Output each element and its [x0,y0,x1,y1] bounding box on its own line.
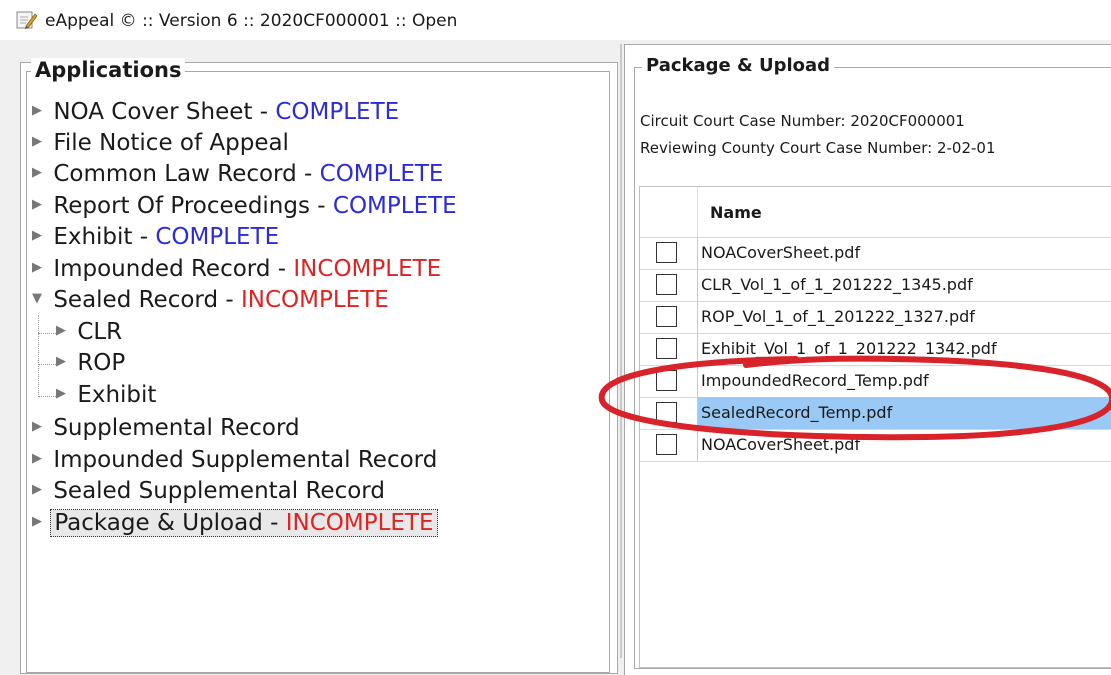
status-badge: INCOMPLETE [241,287,389,313]
expand-arrow-icon[interactable]: ▶ [32,412,46,442]
file-name: SealedRecord_Temp.pdf [697,397,1111,429]
tree-item-file-notice-of-appeal[interactable]: ▶ File Notice of Appeal [32,128,289,159]
expand-arrow-icon[interactable]: ▶ [32,253,46,283]
tree-item-label: Exhibit [53,224,133,250]
row-checkbox[interactable] [656,242,677,263]
expand-arrow-icon[interactable]: ▶ [56,316,70,346]
expand-arrow-icon[interactable]: ▶ [32,158,46,188]
status-badge: INCOMPLETE [293,256,442,282]
expand-arrow-icon[interactable]: ▶ [56,379,70,409]
tree-item-report-of-proceedings[interactable]: ▶ Report Of Proceedings - COMPLETE [32,191,457,222]
row-checkbox[interactable] [656,370,677,391]
tree-connector [38,396,56,397]
table-row[interactable]: NOACoverSheet.pdf [640,429,1111,462]
table-row[interactable]: Exhibit_Vol_1_of_1_201222_1342.pdf [640,333,1111,366]
file-name: ImpoundedRecord_Temp.pdf [697,365,1111,397]
column-divider[interactable] [697,187,698,237]
file-name: CLR_Vol_1_of_1_201222_1345.pdf [697,269,1111,301]
row-checkbox[interactable] [656,274,677,295]
selected-item-box: Package & Upload - INCOMPLETE [50,509,438,537]
document-pen-icon [16,11,37,29]
tree-connector [38,333,56,334]
file-name: Exhibit_Vol_1_of_1_201222_1342.pdf [697,333,1111,365]
tree-item-label: Sealed Record [53,287,219,313]
tree-item-sealed-record[interactable]: ▼ Sealed Record - INCOMPLETE [32,285,389,316]
expand-arrow-icon[interactable]: ▶ [32,190,46,220]
file-name: NOACoverSheet.pdf [697,429,1111,461]
tree-connector [38,315,39,397]
title-bar: eAppeal © :: Version 6 :: 2020CF000001 :… [0,0,1111,40]
row-checkbox[interactable] [656,338,677,359]
expand-arrow-icon[interactable]: ▶ [32,507,46,537]
circuit-case-number: Circuit Court Case Number: 2020CF000001 [640,112,965,130]
status-badge: COMPLETE [319,161,444,187]
expand-arrow-icon[interactable]: ▶ [32,96,46,126]
row-checkbox[interactable] [656,306,677,327]
tree-item-label: Package & Upload [54,510,263,536]
tree-item-noa-cover-sheet[interactable]: ▶ NOA Cover Sheet - COMPLETE [32,97,399,128]
tree-item-label: File Notice of Appeal [53,130,289,156]
applications-legend: Applications [31,58,186,82]
tree-item-impounded-record[interactable]: ▶ Impounded Record - INCOMPLETE [32,254,441,285]
expand-arrow-icon[interactable]: ▶ [32,127,46,157]
tree-item-package-upload[interactable]: ▶ Package & Upload - INCOMPLETE [32,508,438,539]
splitter[interactable] [620,44,622,658]
table-header: Name [640,187,1111,238]
table-row[interactable]: CLR_Vol_1_of_1_201222_1345.pdf [640,269,1111,302]
expand-arrow-icon[interactable]: ▶ [56,347,70,377]
tree-item-sealed-rop[interactable]: ▶ ROP [56,348,125,379]
tree-item-impounded-supplemental-record[interactable]: ▶ Impounded Supplemental Record [32,445,437,476]
tree-item-label: Impounded Record [53,256,271,282]
tree-item-exhibit[interactable]: ▶ Exhibit - COMPLETE [32,222,279,253]
status-badge: COMPLETE [332,193,457,219]
table-row-selected[interactable]: SealedRecord_Temp.pdf [640,397,1111,430]
file-table: Name NOACoverSheet.pdf CLR_Vol_1_of_1_20… [639,186,1111,668]
package-legend: Package & Upload [642,55,835,76]
expand-arrow-icon[interactable]: ▶ [32,221,46,251]
column-header-name[interactable]: Name [710,203,762,222]
status-badge: COMPLETE [155,224,280,250]
collapse-arrow-icon[interactable]: ▼ [32,284,46,314]
tree-item-sealed-supplemental-record[interactable]: ▶ Sealed Supplemental Record [32,476,385,507]
status-badge: COMPLETE [275,99,400,125]
expand-arrow-icon[interactable]: ▶ [32,475,46,505]
tree-item-label: CLR [77,319,123,345]
expand-arrow-icon[interactable]: ▶ [32,444,46,474]
tree-item-label: NOA Cover Sheet [53,99,253,125]
file-name: ROP_Vol_1_of_1_201222_1327.pdf [697,301,1111,333]
reviewing-case-number: Reviewing County Court Case Number: 2-02… [640,139,996,157]
status-badge: INCOMPLETE [285,510,434,536]
row-checkbox[interactable] [656,402,677,423]
tree-item-label: ROP [77,350,126,376]
tree-item-label: Supplemental Record [53,415,300,441]
table-row[interactable]: ROP_Vol_1_of_1_201222_1327.pdf [640,301,1111,334]
tree-item-supplemental-record[interactable]: ▶ Supplemental Record [32,413,300,444]
table-row[interactable]: ImpoundedRecord_Temp.pdf [640,365,1111,398]
tree-item-common-law-record[interactable]: ▶ Common Law Record - COMPLETE [32,159,443,190]
tree-item-label: Report Of Proceedings [53,193,310,219]
tree-item-label: Exhibit [77,382,157,408]
window-title: eAppeal © :: Version 6 :: 2020CF000001 :… [45,11,458,31]
file-name: NOACoverSheet.pdf [697,237,1111,269]
row-checkbox[interactable] [656,434,677,455]
tree-item-label: Common Law Record [53,161,297,187]
tree-item-sealed-clr[interactable]: ▶ CLR [56,317,122,348]
tree-connector [38,364,56,365]
table-row[interactable]: NOACoverSheet.pdf [640,237,1111,270]
tree-item-label: Impounded Supplemental Record [53,447,438,473]
tree-item-label: Sealed Supplemental Record [53,478,385,504]
tree-item-sealed-exhibit[interactable]: ▶ Exhibit [56,380,156,411]
